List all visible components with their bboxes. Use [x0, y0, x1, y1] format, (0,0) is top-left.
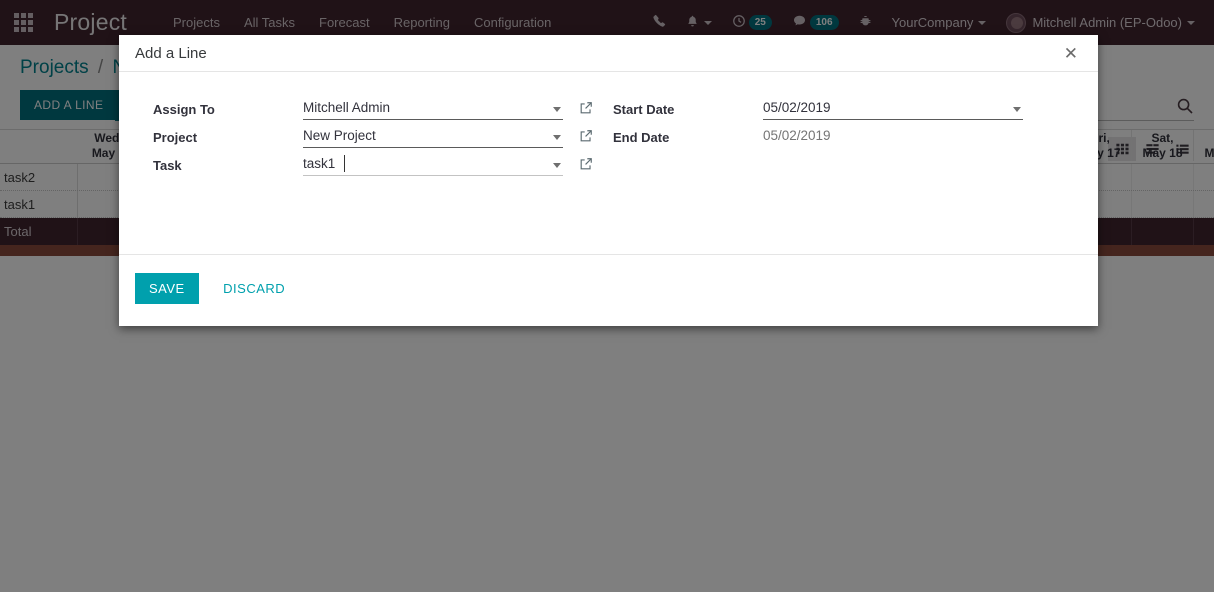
start-date-input[interactable]	[763, 98, 1023, 120]
dialog-body: Assign To Project	[119, 72, 1098, 254]
end-date-label: End Date	[613, 130, 670, 145]
start-date-field-wrap	[763, 98, 1023, 120]
close-icon[interactable]: ✕	[1058, 44, 1084, 63]
project-label: Project	[153, 130, 198, 145]
external-link-icon[interactable]	[579, 154, 593, 170]
assign-to-field-wrap	[303, 98, 563, 120]
form-column-left: Assign To Project	[153, 98, 613, 182]
external-link-icon[interactable]	[579, 98, 593, 114]
assign-to-input[interactable]	[303, 98, 563, 120]
task-label: Task	[153, 158, 182, 173]
discard-button[interactable]: DISCARD	[211, 273, 297, 304]
end-date-input[interactable]	[763, 126, 1023, 147]
dialog-header: Add a Line ✕	[119, 35, 1098, 72]
form-column-right: Start Date End Date	[613, 98, 1073, 182]
dialog-title: Add a Line	[135, 44, 207, 62]
task-field-wrap	[303, 154, 563, 176]
project-field-wrap	[303, 126, 563, 148]
dialog-footer: SAVE DISCARD	[119, 254, 1098, 326]
assign-to-label: Assign To	[153, 102, 215, 117]
task-input[interactable]	[303, 154, 563, 176]
field-row-start-date: Start Date	[613, 98, 1073, 126]
start-date-label: Start Date	[613, 102, 675, 117]
chevron-down-icon[interactable]	[553, 107, 561, 112]
field-row-assign-to: Assign To	[153, 98, 613, 126]
field-row-end-date: End Date	[613, 126, 1073, 154]
chevron-down-icon[interactable]	[1013, 107, 1021, 112]
end-date-field-wrap	[763, 126, 1023, 147]
text-cursor	[344, 155, 345, 172]
external-link-icon[interactable]	[579, 126, 593, 142]
chevron-down-icon[interactable]	[553, 135, 561, 140]
chevron-down-icon[interactable]	[553, 163, 561, 168]
field-row-task: Task	[153, 154, 613, 182]
save-button[interactable]: SAVE	[135, 273, 199, 304]
add-a-line-dialog: Add a Line ✕ Assign To Project	[119, 35, 1098, 326]
project-input[interactable]	[303, 126, 563, 148]
form-grid: Assign To Project	[119, 98, 1098, 182]
field-row-project: Project	[153, 126, 613, 154]
